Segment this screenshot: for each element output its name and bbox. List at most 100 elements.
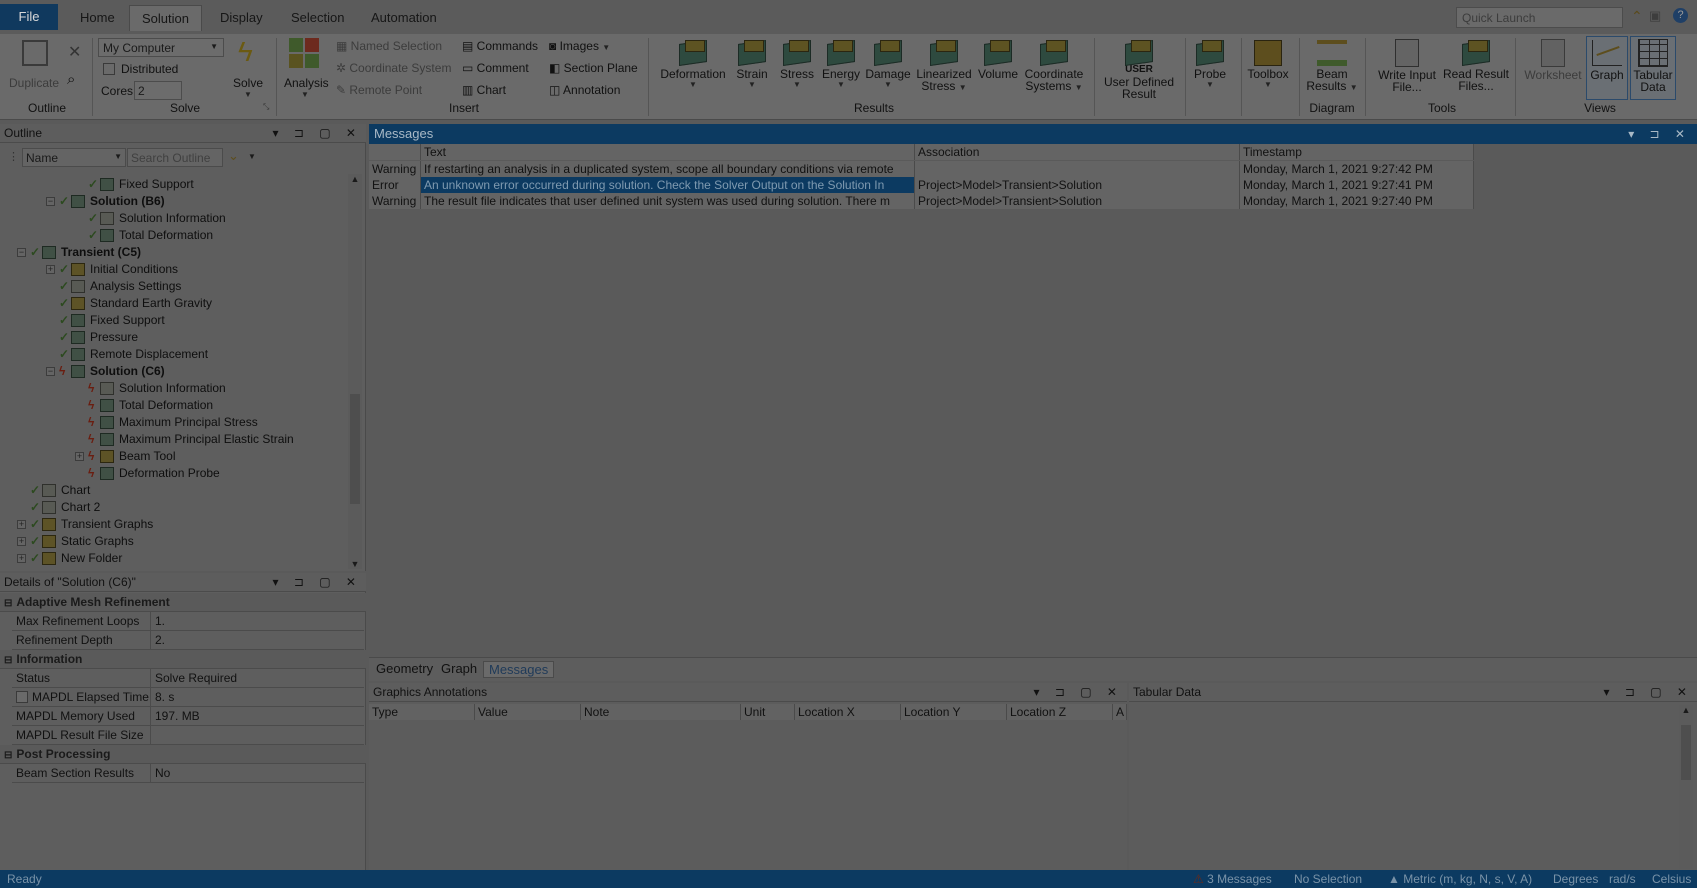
status-units[interactable]: ▲ Metric (m, kg, N, s, V, A): [1388, 870, 1532, 888]
beam-results-button[interactable]: Beam Results ▼: [1300, 36, 1364, 100]
feedback-icon[interactable]: ▣: [1649, 8, 1661, 24]
col-timestamp-header[interactable]: Timestamp: [1240, 144, 1474, 160]
col-association-header[interactable]: Association: [915, 144, 1240, 160]
panel-controls[interactable]: ▾ ⊐ ▢ ✕: [1604, 683, 1693, 702]
section-information[interactable]: ⊟ Information: [0, 650, 366, 669]
solve-lightning-icon[interactable]: ϟ: [238, 36, 253, 68]
tree-expander[interactable]: −: [46, 197, 55, 206]
tree-expander[interactable]: +: [17, 537, 26, 546]
collapse-ribbon-icon[interactable]: ⌃: [1631, 8, 1643, 25]
message-cell-time[interactable]: Monday, March 1, 2021 9:27:40 PM: [1240, 193, 1474, 209]
section-plane-button[interactable]: ◧ Section Plane: [549, 61, 638, 75]
tree-item[interactable]: Standard Earth Gravity: [90, 295, 212, 312]
tree-item[interactable]: Beam Tool: [119, 448, 175, 465]
tab-selection[interactable]: Selection: [279, 5, 356, 31]
tree-item[interactable]: Solution (B6): [90, 193, 165, 210]
outline-scrollbar[interactable]: ▲ ▼: [348, 174, 362, 569]
chart-button[interactable]: ▥ Chart: [462, 83, 506, 97]
solve-button[interactable]: Solve: [233, 76, 263, 90]
panel-controls[interactable]: ▾ ⊐ ✕: [1628, 124, 1691, 144]
filter-toggle-icon[interactable]: ⌄: [228, 148, 239, 164]
tree-expander[interactable]: +: [17, 520, 26, 529]
detail-row[interactable]: Beam Section Results No: [12, 764, 364, 783]
panel-controls[interactable]: ▾ ⊐ ▢ ✕: [273, 573, 362, 592]
status-messages[interactable]: ⚠ 3 Messages: [1193, 870, 1272, 888]
tabular-scroll-thumb[interactable]: [1681, 725, 1691, 780]
cores-input[interactable]: 2: [134, 81, 182, 100]
message-cell-assoc[interactable]: [915, 161, 1240, 177]
outline-search-input[interactable]: Search Outline: [127, 148, 223, 167]
message-cell-type[interactable]: Warning: [369, 193, 421, 209]
tree-item[interactable]: Transient (C5): [61, 244, 141, 261]
distributed-checkbox[interactable]: [103, 63, 115, 75]
quick-launch-input[interactable]: Quick Launch: [1456, 7, 1623, 28]
user-defined-result-button[interactable]: USER User Defined Result: [1099, 36, 1179, 100]
panel-controls[interactable]: ▾ ⊐ ▢ ✕: [273, 124, 362, 143]
status-degrees[interactable]: Degrees: [1553, 870, 1598, 888]
tree-item[interactable]: Pressure: [90, 329, 138, 346]
annotation-col-header[interactable]: Location X: [795, 704, 901, 720]
tree-item[interactable]: Solution (C6): [90, 363, 165, 380]
tree-item[interactable]: Chart 2: [61, 499, 100, 516]
probe-button[interactable]: Probe ▼: [1178, 36, 1242, 100]
write-input-file-button[interactable]: Write Input File...: [1372, 36, 1442, 100]
message-cell-text[interactable]: If restarting an analysis in a duplicate…: [421, 161, 915, 177]
tab-file[interactable]: File: [0, 4, 58, 30]
tree-item[interactable]: Fixed Support: [90, 312, 165, 329]
outline-name-filter[interactable]: Name ▼: [22, 148, 126, 167]
panel-controls[interactable]: ▾ ⊐ ▢ ✕: [1034, 683, 1123, 702]
tree-item[interactable]: Static Graphs: [61, 533, 134, 550]
section-adaptive-mesh-refinement[interactable]: ⊟ Adaptive Mesh Refinement: [0, 593, 366, 612]
elapsed-time-checkbox[interactable]: [16, 691, 28, 703]
tree-expander[interactable]: +: [46, 265, 55, 274]
message-cell-type[interactable]: Warning: [369, 161, 421, 177]
tree-item[interactable]: Fixed Support: [119, 176, 194, 193]
tab-home[interactable]: Home: [68, 5, 127, 31]
named-selection-button[interactable]: ▦ Named Selection: [336, 39, 442, 53]
tree-item[interactable]: Chart: [61, 482, 90, 499]
outline-scroll-thumb[interactable]: [350, 394, 360, 504]
annotation-col-header[interactable]: Note: [581, 704, 741, 720]
commands-button[interactable]: ▤ Commands: [462, 39, 538, 53]
tree-item[interactable]: Deformation Probe: [119, 465, 220, 482]
message-cell-text[interactable]: An unknown error occurred during solutio…: [421, 177, 915, 193]
tabular-scrollbar[interactable]: ▲: [1679, 705, 1693, 869]
coordinate-systems-button[interactable]: Coordinate Systems ▼: [1022, 36, 1086, 100]
status-celsius[interactable]: Celsius: [1652, 870, 1691, 888]
toolbox-button[interactable]: Toolbox ▼: [1236, 36, 1300, 100]
tree-expander[interactable]: +: [17, 554, 26, 563]
annotation-col-header[interactable]: A: [1113, 704, 1127, 720]
tab-automation[interactable]: Automation: [359, 5, 449, 31]
tree-item[interactable]: Total Deformation: [119, 397, 213, 414]
tree-item[interactable]: New Folder: [61, 550, 122, 567]
message-cell-assoc[interactable]: Project>Model>Transient>Solution: [915, 177, 1240, 193]
graph-button[interactable]: Graph: [1586, 36, 1628, 100]
images-button[interactable]: ◙ Images ▼: [549, 39, 610, 53]
help-icon[interactable]: ?: [1673, 8, 1688, 23]
message-cell-assoc[interactable]: Project>Model>Transient>Solution: [915, 193, 1240, 209]
tree-item[interactable]: Transient Graphs: [61, 516, 153, 533]
tree-item[interactable]: Analysis Settings: [90, 278, 181, 295]
message-cell-time[interactable]: Monday, March 1, 2021 9:27:41 PM: [1240, 177, 1474, 193]
message-cell-time[interactable]: Monday, March 1, 2021 9:27:42 PM: [1240, 161, 1474, 177]
duplicate-button[interactable]: Duplicate: [9, 76, 59, 90]
solve-settings-launcher[interactable]: ⤡: [263, 102, 269, 112]
annotation-col-header[interactable]: Location Y: [901, 704, 1007, 720]
tree-item[interactable]: Solution Information: [119, 210, 226, 227]
annotation-button[interactable]: ◫ Annotation: [549, 83, 620, 97]
message-cell-text[interactable]: The result file indicates that user defi…: [421, 193, 915, 209]
status-rads[interactable]: rad/s: [1609, 870, 1636, 888]
tree-expander[interactable]: −: [46, 367, 55, 376]
tree-expander[interactable]: +: [75, 452, 84, 461]
annotation-col-header[interactable]: Type: [369, 704, 475, 720]
worksheet-button[interactable]: Worksheet: [1522, 36, 1584, 100]
tabular-data-button[interactable]: Tabular Data: [1630, 36, 1676, 100]
detail-row[interactable]: MAPDL Result File Size: [12, 726, 364, 745]
annotation-col-header[interactable]: Unit: [741, 704, 795, 720]
tab-solution[interactable]: Solution: [129, 5, 202, 31]
remote-point-button[interactable]: ✎ Remote Point: [336, 83, 422, 97]
solve-machine-select[interactable]: My Computer ▼: [98, 38, 224, 57]
detail-row[interactable]: MAPDL Elapsed Time 8. s: [12, 688, 364, 707]
tree-item[interactable]: Solution Information: [119, 380, 226, 397]
delete-icon[interactable]: ✕: [68, 42, 81, 62]
